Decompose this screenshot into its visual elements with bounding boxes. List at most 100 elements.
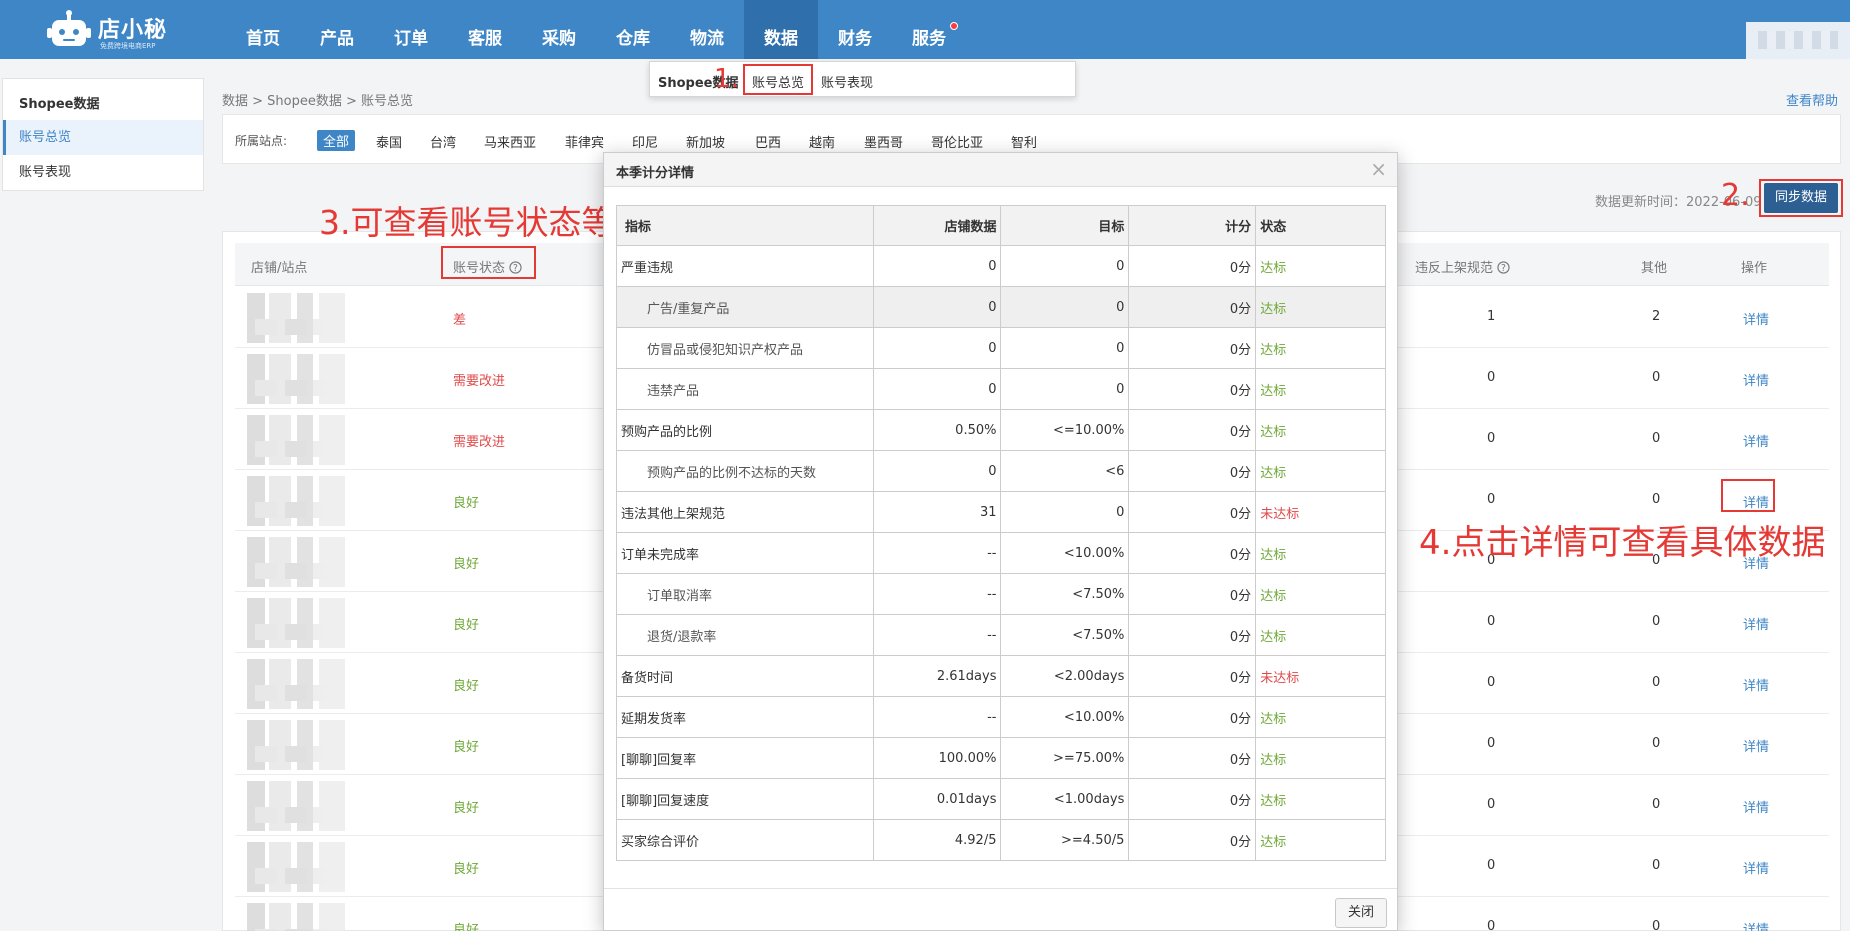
listing-violations-count: 0	[1487, 919, 1496, 931]
nav-logistics[interactable]: 物流	[670, 0, 744, 59]
listing-violations-count: 1	[1487, 309, 1496, 324]
nav-products[interactable]: 产品	[300, 0, 374, 59]
site-option-philippines[interactable]: 菲律宾	[565, 132, 604, 151]
site-option-taiwan[interactable]: 台湾	[430, 132, 456, 151]
details-link[interactable]: 详情	[1743, 675, 1769, 694]
nav-home[interactable]: 首页	[226, 0, 300, 59]
site-option-colombia[interactable]: 哥伦比亚	[931, 132, 983, 151]
target-value: >=4.50/5	[1000, 819, 1130, 861]
details-link[interactable]: 详情	[1743, 919, 1769, 931]
shop-name-blurred	[247, 598, 345, 648]
listing-violations-count: 0	[1487, 675, 1496, 690]
question-mark-icon[interactable]: ?	[1497, 261, 1510, 274]
shop-name-blurred	[247, 781, 345, 831]
header-status: 状态	[1255, 205, 1386, 246]
score-value: 0分	[1128, 368, 1257, 410]
nav-finance[interactable]: 财务	[818, 0, 892, 59]
site-option-vietnam[interactable]: 越南	[809, 132, 835, 151]
table-row: [聊聊]回复率 100.00% >=75.00% 0分 达标	[616, 737, 1386, 779]
logo-subtitle: 免费跨境电商ERP	[100, 42, 156, 50]
sidebar-item-account-performance[interactable]: 账号表现	[3, 155, 203, 190]
details-link[interactable]: 详情	[1743, 858, 1769, 877]
target-value: <7.50%	[1000, 573, 1130, 615]
site-option-brazil[interactable]: 巴西	[755, 132, 781, 151]
metric-name: 预购产品的比例不达标的天数	[616, 450, 874, 492]
header-other: 其他	[1641, 261, 1668, 276]
close-button[interactable]: 关闭	[1335, 898, 1387, 928]
status-value: 达标	[1255, 327, 1386, 369]
close-icon[interactable]: ×	[1370, 157, 1387, 181]
user-account-menu[interactable]	[1746, 22, 1850, 59]
other-count: 0	[1652, 614, 1661, 629]
site-option-all[interactable]: 全部	[317, 130, 356, 151]
target-value: <1.00days	[1000, 778, 1130, 820]
nav-orders[interactable]: 订单	[374, 0, 448, 59]
site-option-singapore[interactable]: 新加坡	[686, 132, 725, 151]
annotation-step-1: 1.	[714, 64, 739, 94]
site-option-chile[interactable]: 智利	[1011, 132, 1037, 151]
sidebar-title: Shopee数据	[19, 97, 100, 112]
annotation-step-2: 2.	[1721, 178, 1750, 213]
other-count: 0	[1652, 797, 1661, 812]
details-link[interactable]: 详情	[1743, 797, 1769, 816]
target-value: 0	[1000, 491, 1130, 533]
listing-violations-count: 0	[1487, 370, 1496, 385]
nav-warehouse[interactable]: 仓库	[596, 0, 670, 59]
details-link[interactable]: 详情	[1743, 736, 1769, 755]
shop-value: 0.50%	[872, 409, 1002, 451]
account-status: 良好	[453, 679, 480, 694]
site-option-indonesia[interactable]: 印尼	[632, 132, 658, 151]
table-row: 买家综合评价 4.92/5 >=4.50/5 0分 达标	[616, 819, 1386, 861]
header-target: 目标	[1000, 205, 1130, 246]
score-value: 0分	[1128, 778, 1257, 820]
sidebar-item-account-overview[interactable]: 账号总览	[3, 120, 203, 155]
dropdown-item-account-performance[interactable]: 账号表现	[821, 72, 873, 91]
metric-name: 严重违规	[616, 245, 874, 287]
details-link[interactable]: 详情	[1743, 614, 1769, 633]
help-link[interactable]: 查看帮助	[1786, 90, 1838, 109]
nav-purchasing[interactable]: 采购	[522, 0, 596, 59]
nav-data[interactable]: 数据	[744, 0, 818, 59]
target-value: 0	[1000, 286, 1130, 328]
account-status: 差	[453, 313, 467, 328]
details-link[interactable]: 详情	[1743, 431, 1769, 450]
shop-name-blurred	[247, 720, 345, 770]
other-count: 0	[1652, 919, 1661, 931]
site-option-thailand[interactable]: 泰国	[376, 132, 402, 151]
site-filter-label: 所属站点:	[235, 134, 288, 148]
annotation-step-4: 4.点击详情可查看具体数据	[1419, 523, 1826, 563]
shop-value: 0	[872, 368, 1002, 410]
listing-violations-count: 0	[1487, 492, 1496, 507]
user-name-blurred	[1758, 31, 1838, 49]
score-value: 0分	[1128, 614, 1257, 656]
account-status: 良好	[453, 618, 480, 633]
site-option-malaysia[interactable]: 马来西亚	[484, 132, 536, 151]
table-row: 预购产品的比例不达标的天数 0 <6 0分 达标	[616, 450, 1386, 492]
header-shop: 店铺/站点	[251, 261, 308, 276]
status-value: 达标	[1255, 409, 1386, 451]
nav-customer-service[interactable]: 客服	[448, 0, 522, 59]
status-value: 达标	[1255, 614, 1386, 656]
site-option-mexico[interactable]: 墨西哥	[864, 132, 903, 151]
metric-name: 买家综合评价	[616, 819, 874, 861]
status-value: 达标	[1255, 286, 1386, 328]
shop-name-blurred	[247, 476, 345, 526]
score-value: 0分	[1128, 696, 1257, 738]
listing-violations-count: 0	[1487, 736, 1496, 751]
nav-services[interactable]: 服务	[892, 0, 966, 59]
header-listing-violations: 违反上架规范 ?	[1415, 257, 1510, 276]
details-link[interactable]: 详情	[1743, 370, 1769, 389]
shop-name-blurred	[247, 354, 345, 404]
annotation-box-sync	[1759, 179, 1843, 217]
logo-name: 店小秘	[98, 18, 168, 43]
logo[interactable]: 店小秘 免费跨境电商ERP	[46, 8, 176, 52]
status-value: 未达标	[1255, 655, 1386, 697]
details-link[interactable]: 详情	[1743, 309, 1769, 328]
shop-value: 0	[872, 327, 1002, 369]
header-actions: 操作	[1741, 261, 1768, 276]
metric-name: 延期发货率	[616, 696, 874, 738]
sidebar: Shopee数据 账号总览 账号表现	[2, 78, 204, 191]
annotation-box-details	[1721, 479, 1775, 512]
score-details-table: 指标 店铺数据 目标 计分 状态 严重违规 0 0 0分 达标 广告/重复产品 …	[616, 205, 1386, 861]
score-value: 0分	[1128, 491, 1257, 533]
